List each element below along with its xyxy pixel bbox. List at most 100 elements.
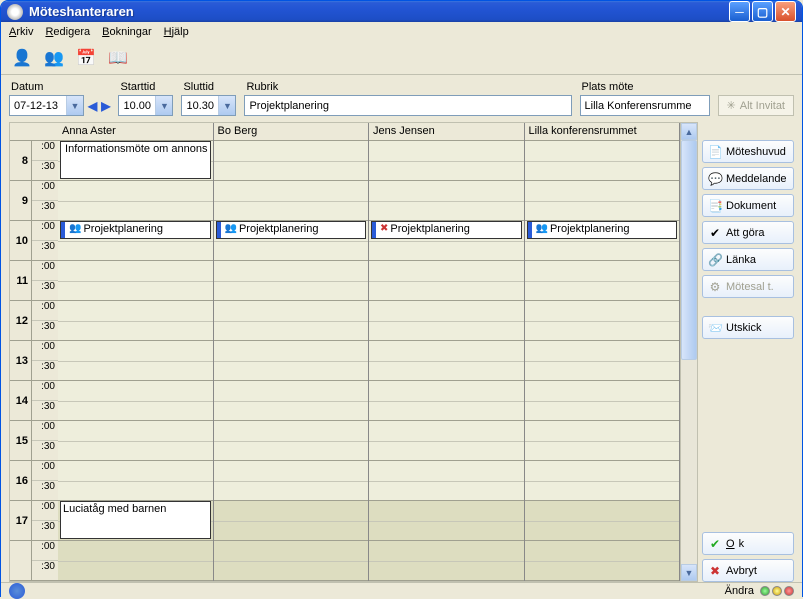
cell[interactable] — [214, 341, 369, 381]
datum-input[interactable] — [10, 96, 66, 115]
close-button[interactable]: ✕ — [775, 1, 796, 22]
dot-yellow — [772, 586, 782, 596]
cell[interactable] — [525, 141, 680, 181]
cell[interactable] — [369, 261, 524, 301]
motesal-button[interactable]: ⚙Mötesal t. — [702, 275, 794, 298]
moteshuvud-button[interactable]: 📄Möteshuvud — [702, 140, 794, 163]
cell[interactable] — [525, 181, 680, 221]
attgora-button[interactable]: ✔Att göra — [702, 221, 794, 244]
hour-10: 10:00:30 — [10, 221, 58, 261]
menu-hjalp[interactable]: Hjälp — [164, 26, 189, 38]
cell[interactable] — [369, 541, 524, 581]
appointment-projekt[interactable]: 👥Projektplanering — [527, 221, 678, 239]
people-icon: 👥 — [69, 223, 81, 234]
tool-edit-user-icon[interactable]: 👤 — [9, 46, 35, 70]
cell[interactable] — [214, 381, 369, 421]
avbryt-button[interactable]: ✖Avbryt — [702, 559, 794, 582]
cell[interactable]: Informationsmöte om annons — [58, 141, 213, 181]
ok-button[interactable]: ✔Ok — [702, 532, 794, 555]
utskick-button[interactable]: 📨Utskick — [702, 316, 794, 339]
cell[interactable] — [525, 421, 680, 461]
scrollbar[interactable]: ▲ ▼ — [680, 123, 697, 581]
starttid-combo[interactable]: ▼ — [118, 95, 173, 116]
cell[interactable] — [525, 341, 680, 381]
cell[interactable] — [369, 301, 524, 341]
hour-9: 9:00:30 — [10, 181, 58, 221]
cell[interactable] — [58, 541, 213, 581]
menu-arkiv[interactable]: Arkiv — [9, 26, 33, 38]
sluttid-combo[interactable]: ▼ — [181, 95, 236, 116]
menu-redigera[interactable]: Redigera — [45, 26, 90, 38]
meddelande-button[interactable]: 💬Meddelande — [702, 167, 794, 190]
prev-day-button[interactable]: ◀ — [88, 99, 97, 113]
hour-12: 12:00:30 — [10, 301, 58, 341]
lanka-button[interactable]: 🔗Länka — [702, 248, 794, 271]
sluttid-input[interactable] — [182, 96, 218, 115]
tool-delete-user-icon[interactable]: 👥 — [41, 46, 67, 70]
plats-input[interactable] — [580, 95, 710, 116]
chevron-down-icon[interactable]: ▼ — [155, 96, 172, 115]
cell[interactable]: ✖Projektplanering — [369, 221, 524, 261]
cell[interactable] — [214, 541, 369, 581]
cell[interactable] — [369, 141, 524, 181]
cell[interactable]: Luciatåg med barnen — [58, 501, 213, 541]
dot-red — [784, 586, 794, 596]
scroll-down-button[interactable]: ▼ — [681, 564, 697, 581]
cell[interactable] — [369, 501, 524, 541]
cell[interactable] — [369, 461, 524, 501]
cell[interactable] — [214, 141, 369, 181]
appointment-projekt[interactable]: 👥Projektplanering — [216, 221, 367, 239]
cell[interactable] — [214, 261, 369, 301]
cell[interactable] — [369, 421, 524, 461]
tool-book-icon[interactable]: 📖 — [105, 46, 131, 70]
dokument-button[interactable]: 📑Dokument — [702, 194, 794, 217]
starttid-input[interactable] — [119, 96, 155, 115]
cell[interactable] — [525, 261, 680, 301]
appointment-info[interactable]: Informationsmöte om annons — [60, 141, 211, 179]
check-icon: ✔ — [708, 537, 722, 551]
cell[interactable] — [58, 181, 213, 221]
chevron-down-icon[interactable]: ▼ — [66, 96, 83, 115]
cell[interactable] — [525, 501, 680, 541]
scroll-thumb[interactable] — [681, 140, 697, 360]
datum-combo[interactable]: ▼ — [9, 95, 84, 116]
cell[interactable] — [369, 381, 524, 421]
chevron-down-icon[interactable]: ▼ — [218, 96, 235, 115]
cell[interactable] — [58, 341, 213, 381]
cell[interactable] — [525, 381, 680, 421]
menu-bokningar[interactable]: Bokningar — [102, 26, 152, 38]
cell[interactable] — [369, 181, 524, 221]
cell[interactable] — [214, 301, 369, 341]
cell[interactable] — [214, 181, 369, 221]
appointment-projekt[interactable]: 👥Projektplanering — [60, 221, 211, 239]
cell[interactable] — [58, 421, 213, 461]
cell[interactable]: 👥Projektplanering — [214, 221, 369, 261]
cell[interactable] — [369, 341, 524, 381]
hour-13: 13:00:30 — [10, 341, 58, 381]
cell[interactable] — [214, 421, 369, 461]
cell[interactable] — [58, 381, 213, 421]
cell[interactable]: 👥Projektplanering — [58, 221, 213, 261]
plats-label: Plats möte — [580, 81, 710, 93]
cell[interactable]: 👥Projektplanering — [525, 221, 680, 261]
side-panel: 📄Möteshuvud 💬Meddelande 📑Dokument ✔Att g… — [702, 122, 794, 582]
status-dots — [760, 586, 794, 596]
cell[interactable] — [58, 461, 213, 501]
cell[interactable] — [525, 301, 680, 341]
cell[interactable] — [58, 301, 213, 341]
appointment-lucia[interactable]: Luciatåg med barnen — [60, 501, 211, 539]
tool-calendar-icon[interactable]: 📅 — [73, 46, 99, 70]
cell[interactable] — [525, 461, 680, 501]
column-2: Jens Jensen✖Projektplanering — [369, 123, 525, 581]
appointment-projekt[interactable]: ✖Projektplanering — [371, 221, 522, 239]
cell[interactable] — [214, 501, 369, 541]
invite-button[interactable]: ✳ Alt Invitat — [718, 95, 794, 116]
minimize-button[interactable]: ─ — [729, 1, 750, 22]
maximize-button[interactable]: ▢ — [752, 1, 773, 22]
next-day-button[interactable]: ▶ — [101, 99, 110, 113]
scroll-up-button[interactable]: ▲ — [681, 123, 697, 140]
rubrik-input[interactable] — [244, 95, 571, 116]
cell[interactable] — [214, 461, 369, 501]
cell[interactable] — [525, 541, 680, 581]
cell[interactable] — [58, 261, 213, 301]
